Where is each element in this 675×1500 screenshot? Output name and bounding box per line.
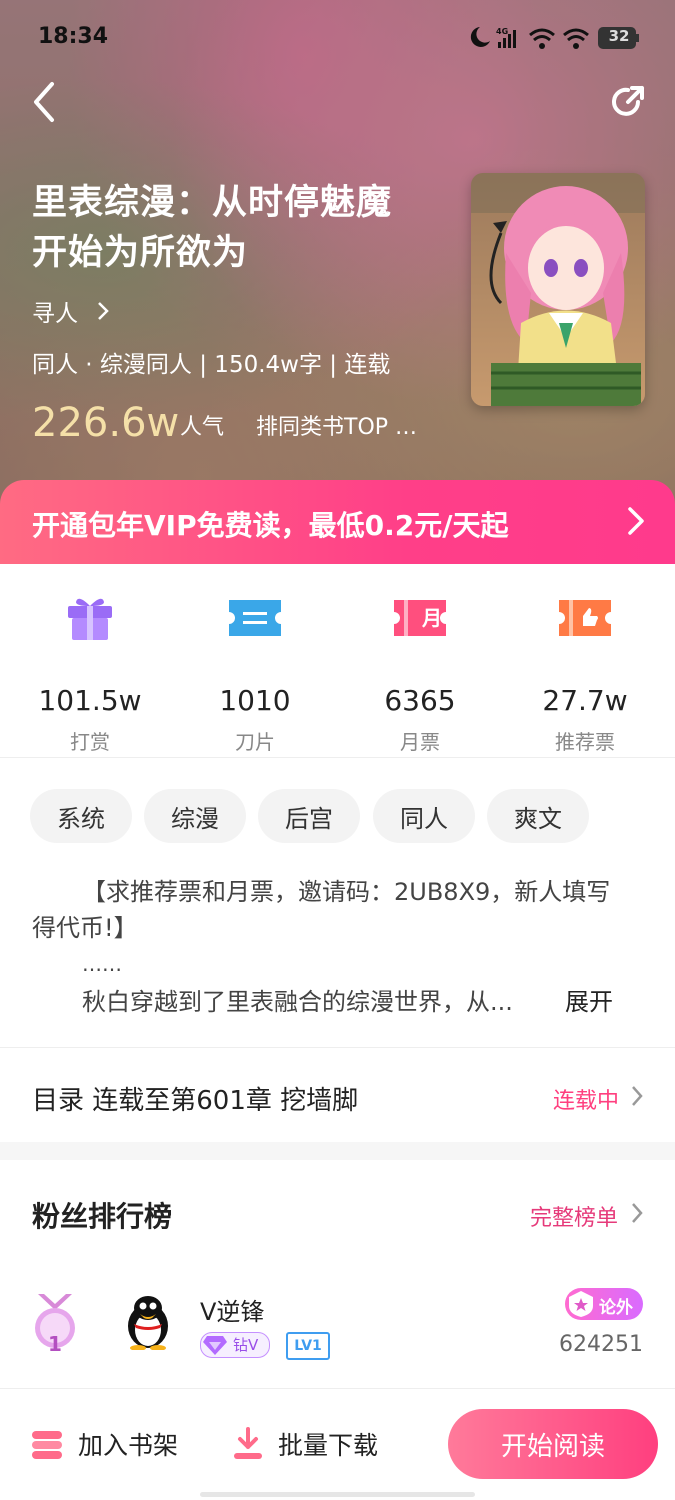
home-indicator <box>200 1492 475 1497</box>
book-title-line2: 开始为所欲为 <box>32 233 249 273</box>
rank-number: 1 <box>48 1332 62 1356</box>
add-to-shelf-button[interactable]: 加入书架 <box>30 1426 178 1462</box>
fan-ranking-title: 粉丝排行榜 <box>32 1200 173 1233</box>
tag-harem[interactable]: 后宫 <box>258 789 360 843</box>
author-name: 寻人 <box>32 301 78 327</box>
chevron-right-icon <box>628 507 644 535</box>
gift-icon <box>68 598 112 640</box>
stat-blade-label: 刀片 <box>235 730 275 754</box>
blade-ticket-icon <box>229 600 281 636</box>
fan-score: 624251 <box>559 1332 643 1357</box>
vip-badge: 钻V <box>200 1332 270 1358</box>
battery-level: 32 <box>608 27 630 45</box>
book-meta: 同人 · 综漫同人 | 150.4w字 | 连载 <box>32 352 391 378</box>
stat-monthly-value: 6365 <box>384 684 456 717</box>
stat-recommend-value: 27.7w <box>542 684 628 717</box>
level-badge: LV1 <box>286 1332 330 1360</box>
chevron-right-icon <box>632 1203 643 1223</box>
description-line3: …… <box>82 952 122 976</box>
vip-banner[interactable]: 开通包年VIP免费读，最低0.2元/天起 <box>0 480 675 564</box>
stats-section: 101.5w 打赏 1010 刀片 月 6365 月票 27.7w 推荐票 <box>0 564 675 758</box>
vip-badge-label: 钻V <box>233 1336 259 1354</box>
chevron-right-icon <box>632 1086 643 1106</box>
avatar <box>128 1296 168 1350</box>
diamond-icon <box>203 1336 227 1355</box>
svg-text:4G: 4G <box>496 27 508 36</box>
divider <box>0 1388 675 1389</box>
bookshelf-icon <box>32 1431 62 1459</box>
tag-acg[interactable]: 综漫 <box>144 789 246 843</box>
cellular-icon: 4G <box>496 27 516 48</box>
back-arrow-icon <box>34 82 54 122</box>
moon-icon <box>470 27 490 47</box>
stat-gift-value: 101.5w <box>38 684 142 717</box>
description-line4: 秋白穿越到了里表融合的综漫世界，从... <box>82 988 513 1016</box>
start-reading-button[interactable]: 开始阅读 <box>448 1409 658 1479</box>
description-line1: 【求推荐票和月票，邀请码：2UB8X9，新人填写 <box>82 878 611 906</box>
popularity-value: 226.6w <box>32 400 180 446</box>
vip-banner-text: 开通包年VIP免费读，最低0.2元/天起 <box>32 509 509 542</box>
catalog-row[interactable]: 目录 连载至第601章 挖墙脚 连载中 <box>0 1048 675 1142</box>
popularity-label: 人气 <box>180 415 225 440</box>
stat-blade-value: 1010 <box>219 684 291 717</box>
stat-monthly-label: 月票 <box>400 730 440 754</box>
share-button[interactable] <box>608 82 648 122</box>
tag-system[interactable]: 系统 <box>30 789 132 843</box>
wifi-icon-2 <box>563 28 589 49</box>
tag-cool[interactable]: 爽文 <box>487 789 589 843</box>
share-icon <box>612 86 644 116</box>
book-title-line1: 里表综漫：从时停魅魔 <box>32 183 393 223</box>
add-to-shelf-label: 加入书架 <box>78 1431 179 1460</box>
back-button[interactable] <box>26 80 62 124</box>
wifi-icon-1 <box>529 28 555 49</box>
fan-ranking-row[interactable]: 1 V逆锋 钻V LV1 论外 624251 <box>0 1272 675 1372</box>
monthly-ticket-glyph: 月 <box>422 606 442 630</box>
batch-download-label: 批量下载 <box>278 1431 379 1460</box>
catalog-label: 目录 连载至第601章 挖墙脚 <box>32 1086 359 1116</box>
recommend-ticket-icon <box>559 600 611 636</box>
fan-tag-badge: 论外 <box>565 1288 643 1320</box>
stat-recommend-label: 推荐票 <box>555 730 615 754</box>
download-icon <box>234 1427 262 1459</box>
divider <box>0 757 675 758</box>
rank-label[interactable]: 排同类书TOP … <box>256 409 417 441</box>
batch-download-button[interactable]: 批量下载 <box>232 1426 378 1462</box>
status-time: 18:34 <box>38 24 109 49</box>
chevron-right-icon <box>98 302 109 320</box>
fan-name: V逆锋 <box>200 1298 265 1326</box>
stat-gift-label: 打赏 <box>70 730 110 754</box>
expand-button[interactable]: 展开 <box>565 984 613 1020</box>
tag-fanfic[interactable]: 同人 <box>373 789 475 843</box>
star-shield-icon <box>569 1291 593 1317</box>
author-link[interactable]: 寻人 <box>32 294 110 328</box>
book-cover <box>471 173 645 406</box>
catalog-status: 连载中 <box>553 1089 620 1114</box>
fan-ranking-full-list[interactable]: 完整榜单 <box>530 1200 618 1232</box>
fan-tag-label: 论外 <box>599 1298 633 1318</box>
section-gap <box>0 1142 675 1160</box>
description-line2: 得代币!】 <box>32 914 138 942</box>
